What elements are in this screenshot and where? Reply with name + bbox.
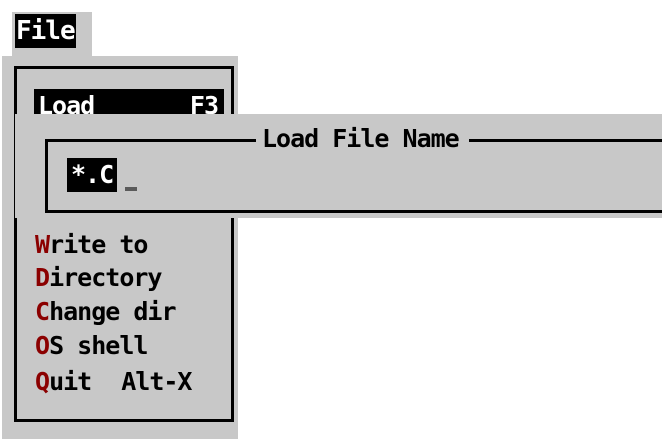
menu-item-os-shell[interactable]: OS shell [35, 330, 148, 362]
menu-item-change-dir-label: hange dir [49, 297, 176, 326]
menu-item-directory[interactable]: Directory [35, 262, 162, 294]
menubar-file-label[interactable]: File [15, 14, 76, 48]
menu-item-write-to-hotkey: W [35, 230, 50, 259]
menu-item-quit[interactable]: Quit Alt-X [35, 366, 192, 398]
text-cursor [125, 187, 137, 191]
filename-input[interactable]: *.C [67, 158, 118, 192]
menu-item-os-shell-hotkey: O [35, 331, 50, 360]
dos-screen: File Load F3 Write to Directory Change d… [0, 0, 662, 439]
load-file-dialog-title: Load File Name [256, 124, 469, 154]
menu-item-directory-hotkey: D [35, 263, 50, 292]
menu-item-quit-hotkey: Q [35, 367, 50, 396]
menu-item-write-to-label: rite to [49, 230, 148, 259]
menu-item-write-to[interactable]: Write to [35, 229, 148, 261]
menu-item-directory-label: irectory [49, 263, 162, 292]
menu-item-change-dir[interactable]: Change dir [35, 296, 177, 328]
menu-item-change-dir-hotkey: C [35, 297, 50, 326]
menu-item-os-shell-label: S shell [49, 331, 148, 360]
menu-item-quit-label: uit [49, 367, 92, 396]
menu-item-quit-shortcut: Alt-X [121, 367, 192, 396]
load-file-dialog: Load File Name *.C [15, 114, 662, 218]
